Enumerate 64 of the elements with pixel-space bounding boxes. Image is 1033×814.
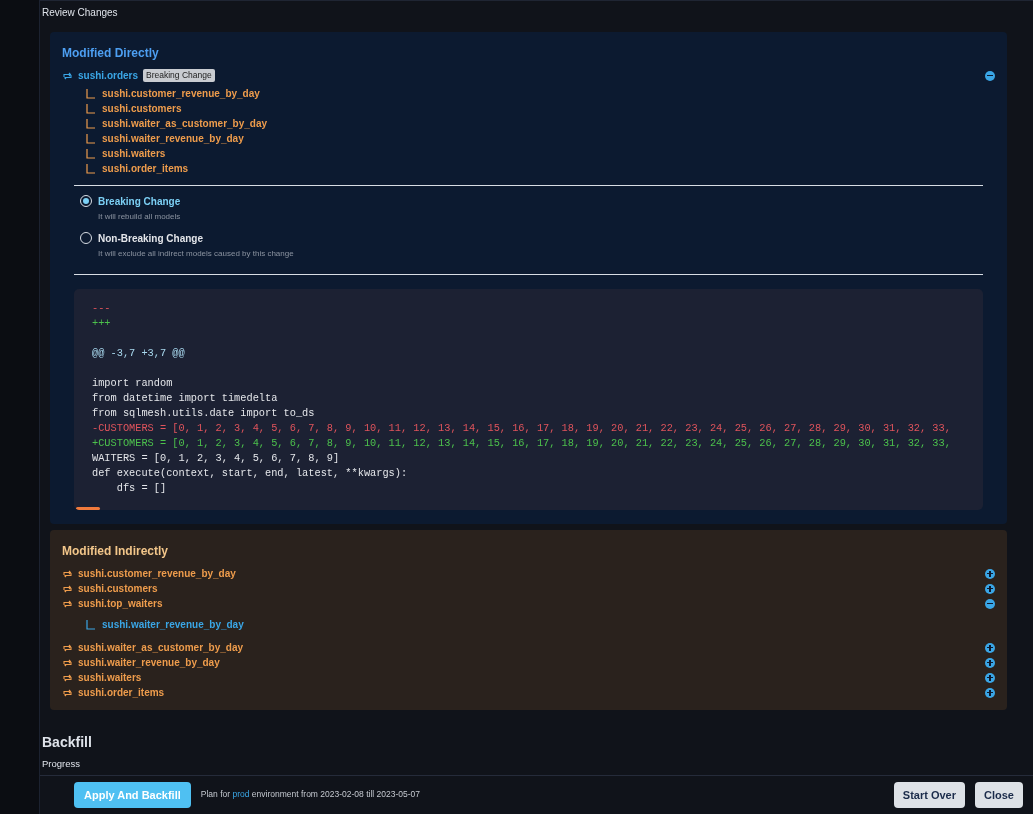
refresh-icon [62,672,73,683]
model-link[interactable]: sushi.customers [78,581,158,596]
code-line: @@ -3,7 +3,7 @@ [92,347,185,359]
expand-icon[interactable] [985,568,995,579]
refresh-icon [62,568,73,579]
option-label: Breaking Change [98,195,181,209]
expand-icon[interactable] [985,687,995,698]
model-link[interactable]: sushi.waiter_as_customer_by_day [102,116,268,131]
collapse-icon[interactable] [985,70,995,81]
model-link[interactable]: sushi.customer_revenue_by_day [102,86,260,101]
section-title: Review Changes [42,6,119,20]
refresh-icon [62,642,73,653]
tree-branch-icon [86,133,96,144]
refresh-icon [62,657,73,668]
code-line: --- [92,302,111,314]
model-link[interactable]: sushi.waiters [78,670,142,685]
model-link[interactable]: sushi.order_items [78,685,165,700]
collapse-icon[interactable] [985,598,995,609]
plan-summary: Plan for prod environment from 2023-02-08 till 2023-05-07 [200,788,421,802]
model-link[interactable]: sushi.waiter_as_customer_by_day [78,640,244,655]
code-line: +++ [92,317,111,329]
refresh-icon [62,583,73,594]
tree-branch-icon [86,619,96,630]
change-badge: Breaking Change [143,69,215,82]
model-link[interactable]: sushi.customer_revenue_by_day [78,566,236,581]
expand-icon[interactable] [985,583,995,594]
code-line: -CUSTOMERS = [0, 1, 2, 3, 4, 5, 6, 7, 8, 9, 10, 11, 12, 13, 14, 15, 16, 17, 18, 19, 20, 21, 22, 23, 24, 25, 26, 27, 28, 29, 30, 31, 32, 33, [92,422,951,434]
environment-link[interactable]: prod [232,789,250,800]
code-line: dfs = [] [115,482,167,494]
model-link[interactable]: sushi.waiter_revenue_by_day [102,131,244,146]
model-link[interactable]: sushi.waiters [102,146,166,161]
tree-branch-icon [86,148,96,159]
progress-label: Progress [42,757,81,771]
code-line: from sqlmesh.utils.date import to_ds [92,407,315,419]
panel-title: Modified Directly [62,45,160,62]
tree-branch-icon [86,163,96,174]
action-button[interactable]: Close [975,781,1023,808]
tree-branch-icon [86,118,96,129]
action-button[interactable]: Start Over [893,781,966,808]
refresh-icon [62,687,73,698]
option-label: Non-Breaking Change [98,232,204,246]
tree-branch-icon [86,103,96,114]
model-link[interactable]: sushi.orders [78,68,139,83]
model-link[interactable]: sushi.top_waiters [78,596,163,611]
code-line: import random [92,377,173,389]
code-line: def execute(context, start, end, latest, **kwargs): [92,467,408,479]
option-description: It will rebuild all models [98,211,181,223]
expand-icon[interactable] [985,642,995,653]
option-description: It will exclude all indirect models caused by this change [98,248,294,260]
scrollbar-thumb[interactable] [76,507,100,510]
model-link[interactable]: sushi.order_items [102,161,189,176]
section-title: Backfill [42,733,93,752]
code-line: +CUSTOMERS = [0, 1, 2, 3, 4, 5, 6, 7, 8, 9, 10, 11, 12, 13, 14, 15, 16, 17, 18, 19, 20, 21, 22, 23, 24, 25, 26, 27, 28, 29, 30, 31, 32, 33, [92,437,951,449]
refresh-icon [62,70,73,81]
tree-branch-icon [86,88,96,99]
model-link[interactable]: sushi.waiter_revenue_by_day [102,617,244,632]
panel-title: Modified Indirectly [62,543,169,560]
expand-icon[interactable] [985,657,995,668]
code-line: WAITERS = [0, 1, 2, 3, 4, 5, 6, 7, 8, 9] [92,452,340,464]
model-link[interactable]: sushi.waiter_revenue_by_day [78,655,220,670]
expand-icon[interactable] [985,672,995,683]
model-link[interactable]: sushi.customers [102,101,182,116]
code-line: from datetime import timedelta [92,392,278,404]
refresh-icon [62,598,73,609]
